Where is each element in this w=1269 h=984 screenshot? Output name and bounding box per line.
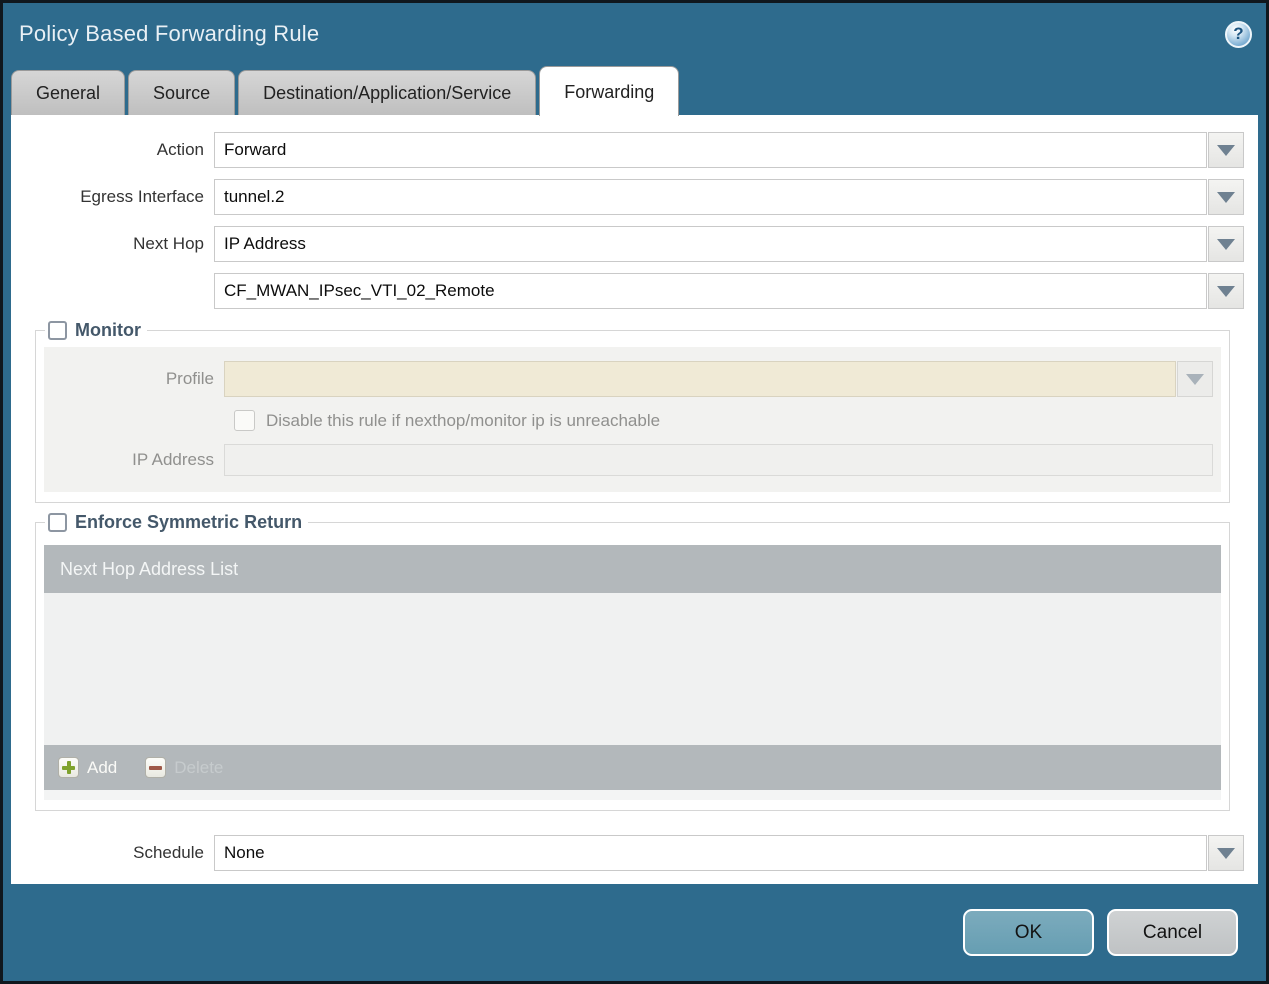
tab-source[interactable]: Source [128,70,236,115]
chevron-down-icon [1217,847,1235,859]
monitor-ip-address-label: IP Address [132,450,214,469]
monitor-section-title: Monitor [75,320,141,340]
enforce-symmetric-return-legend: Enforce Symmetric Return [45,512,308,533]
tab-destination-application-service[interactable]: Destination/Application/Service [238,70,537,115]
chevron-down-icon [1217,191,1235,203]
next-hop-address-dropdown-button[interactable] [1208,273,1244,309]
profile-input [224,361,1176,397]
action-dropdown-button[interactable] [1208,132,1244,168]
enforce-symmetric-return-section: Enforce Symmetric Return Next Hop Addres… [35,512,1230,811]
enforce-symmetric-return-title: Enforce Symmetric Return [75,512,303,532]
delete-button-label: Delete [174,757,224,777]
cancel-button[interactable]: Cancel [1107,909,1238,956]
monitor-ip-address-row: IP Address [44,444,1221,476]
next-hop-address-list-table: Next Hop Address List Add Delete [44,545,1221,800]
enforce-symmetric-return-checkbox[interactable] [48,513,67,532]
disable-rule-label: Disable this rule if nexthop/monitor ip … [266,410,661,430]
next-hop-combo: IP Address [214,226,1244,262]
action-combo: Forward [214,132,1244,168]
egress-interface-input[interactable]: tunnel.2 [214,179,1207,215]
profile-combo [224,361,1221,397]
add-plus-icon [58,757,79,778]
schedule-row: Schedule None [11,835,1244,871]
next-hop-address-combo: CF_MWAN_IPsec_VTI_02_Remote [214,273,1244,309]
next-hop-dropdown-button[interactable] [1208,226,1244,262]
delete-button: Delete [145,757,223,778]
monitor-legend: Monitor [45,320,147,341]
monitor-checkbox[interactable] [48,321,67,340]
ok-button[interactable]: OK [963,909,1094,956]
dialog-title: Policy Based Forwarding Rule [19,21,320,46]
egress-interface-row: Egress Interface tunnel.2 [11,179,1244,215]
schedule-dropdown-button[interactable] [1208,835,1244,871]
egress-interface-label: Egress Interface [80,187,204,206]
schedule-combo: None [214,835,1244,871]
pbf-rule-dialog: Policy Based Forwarding Rule ? General S… [0,0,1269,984]
add-button[interactable]: Add [58,757,117,778]
forwarding-panel: Action Forward Egress Interface tunnel.2… [11,115,1258,884]
monitor-ip-address-input [224,444,1213,476]
schedule-input[interactable]: None [214,835,1207,871]
next-hop-address-list-body[interactable] [44,593,1221,745]
disable-rule-row: Disable this rule if nexthop/monitor ip … [44,410,1221,431]
next-hop-address-list-header: Next Hop Address List [44,545,1221,593]
dialog-titlebar: Policy Based Forwarding Rule ? [3,3,1266,65]
profile-label: Profile [165,369,214,388]
chevron-down-icon [1217,144,1235,156]
dialog-footer: OK Cancel [3,884,1266,981]
help-icon[interactable]: ? [1225,20,1252,48]
chevron-down-icon [1186,373,1204,385]
monitor-panel: Profile Disable this rule if nexthop/mon… [44,347,1221,492]
delete-minus-icon [145,757,167,778]
next-hop-type-input[interactable]: IP Address [214,226,1207,262]
next-hop-label: Next Hop [133,234,204,253]
next-hop-address-list-toolbar: Add Delete [44,745,1221,790]
profile-dropdown-button [1177,361,1213,397]
tab-bar: General Source Destination/Application/S… [3,65,1266,116]
action-label: Action [156,140,204,159]
egress-interface-dropdown-button[interactable] [1208,179,1244,215]
profile-row: Profile [44,361,1221,397]
next-hop-address-row: CF_MWAN_IPsec_VTI_02_Remote [11,273,1244,309]
table-bottom-strip [44,790,1221,800]
tab-forwarding[interactable]: Forwarding [539,66,680,116]
action-row: Action Forward [11,132,1244,168]
next-hop-row: Next Hop IP Address [11,226,1244,262]
add-button-label: Add [87,757,118,777]
chevron-down-icon [1217,285,1235,297]
egress-interface-combo: tunnel.2 [214,179,1244,215]
chevron-down-icon [1217,238,1235,250]
next-hop-address-input[interactable]: CF_MWAN_IPsec_VTI_02_Remote [214,273,1207,309]
disable-rule-group: Disable this rule if nexthop/monitor ip … [234,410,660,431]
action-input[interactable]: Forward [214,132,1207,168]
disable-rule-checkbox [234,410,255,431]
monitor-section: Monitor Profile Disable this rule if nex… [35,320,1230,503]
tab-general[interactable]: General [11,70,126,115]
schedule-label: Schedule [133,843,204,862]
